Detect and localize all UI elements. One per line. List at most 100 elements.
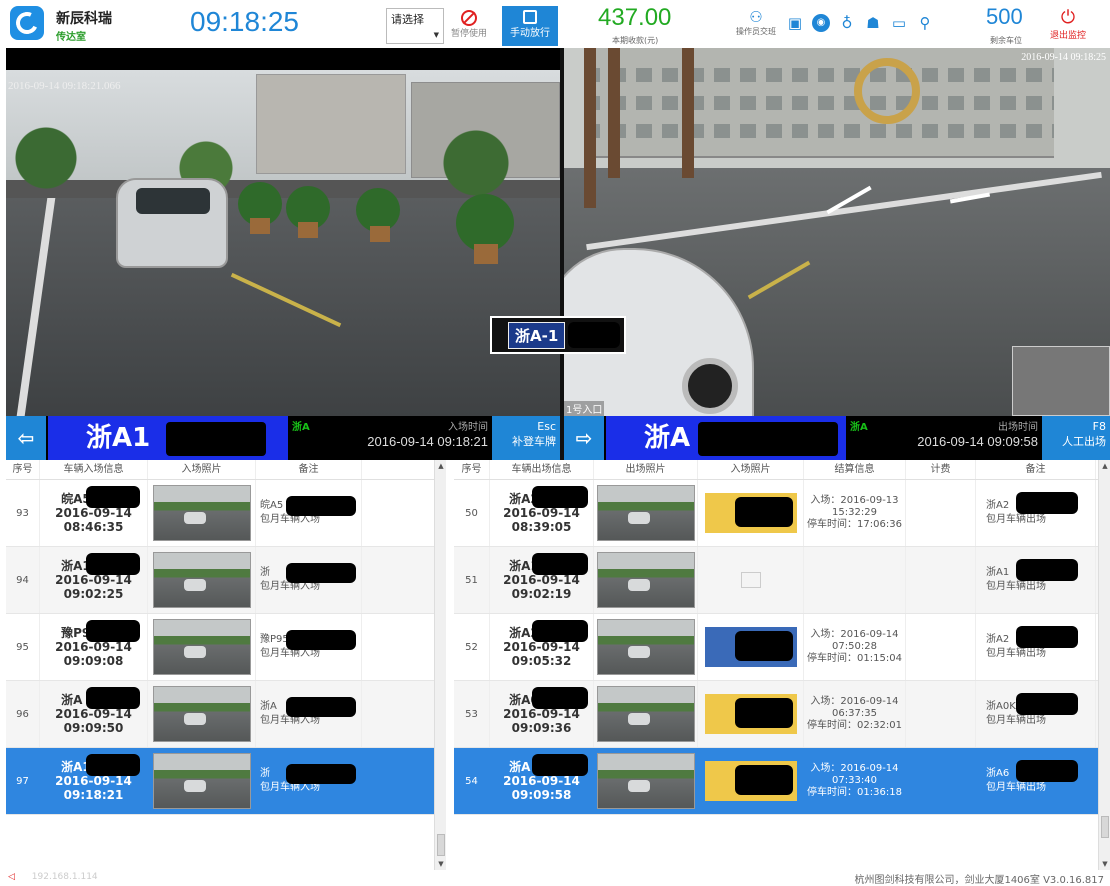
scroll-down-icon[interactable]: ▼ bbox=[435, 858, 446, 870]
vehicle-info: 浙A2 2016-09-14 09:05:32 bbox=[490, 614, 594, 680]
exit-date: 2016-09-14 bbox=[503, 707, 580, 721]
status-footer: ◁ 192.168.1.114 杭州图剑科技有限公司，剑业大厦1406室 V3.… bbox=[0, 870, 1110, 886]
entry-time: 09:09:50 bbox=[63, 721, 124, 735]
no-image-icon bbox=[740, 572, 761, 588]
table-row[interactable]: 97 浙A13 2016-09-14 09:18:21 浙包月车辆入场 bbox=[6, 748, 446, 815]
pause-label: 暂停使用 bbox=[450, 29, 487, 39]
table-row[interactable]: 95 豫P95 2016-09-14 09:09:08 豫P95 包月车辆入场 bbox=[6, 614, 446, 681]
row-number: 97 bbox=[6, 748, 40, 814]
fee-cell bbox=[906, 748, 976, 814]
exit-record-table: 序号 车辆出场信息 出场照片 入场照片 结算信息 计费 备注 50 浙A2 2016… bbox=[454, 460, 1110, 870]
vehicle-photo[interactable] bbox=[596, 753, 695, 809]
person-icon[interactable]: ☗ bbox=[864, 14, 882, 32]
shift-handover-button[interactable]: ⚇ 操作员交班 bbox=[728, 8, 784, 46]
remark: 豫P95 包月车辆入场 bbox=[256, 614, 362, 680]
table-row[interactable]: 54 浙A 2016-09-14 09:09:58 入场：2016-09-14 07:33… bbox=[454, 748, 1110, 815]
vehicle-info: 浙A0 2016-09-14 09:09:36 bbox=[490, 681, 594, 747]
vehicle-photo[interactable] bbox=[152, 619, 251, 675]
entry-photo bbox=[698, 748, 804, 814]
document-icon[interactable]: ▣ bbox=[786, 14, 804, 32]
scroll-down-icon[interactable]: ▼ bbox=[1099, 858, 1110, 870]
vehicle-photo[interactable] bbox=[152, 485, 251, 541]
entry-time: 09:02:25 bbox=[63, 587, 124, 601]
vehicle-photo[interactable] bbox=[152, 753, 251, 809]
vehicle-info: 浙A1 2016-09-14 09:02:19 bbox=[490, 547, 594, 613]
vehicle-photo[interactable] bbox=[596, 485, 695, 541]
scrollbar[interactable]: ▲ ▼ bbox=[1098, 460, 1110, 870]
entry-record-table: 序号 车辆入场信息 入场照片 备注 93 皖A51 2016-09-14 08:46:… bbox=[6, 460, 446, 870]
clock: 09:18:25 bbox=[190, 6, 299, 37]
table-row[interactable]: 93 皖A51 2016-09-14 08:46:35 皖A5 包月车辆入场 bbox=[6, 480, 446, 547]
lane-select[interactable]: 请选择 ▼ bbox=[386, 8, 444, 44]
table-row[interactable]: 94 浙A1 2016-09-14 09:02:25 浙包月车辆入场 bbox=[6, 547, 446, 614]
scrollbar[interactable]: ▲ ▼ bbox=[434, 460, 446, 870]
vehicle-info: 浙A13 2016-09-14 09:18:21 bbox=[40, 748, 148, 814]
exit-date: 2016-09-14 bbox=[503, 506, 580, 520]
row-number: 54 bbox=[454, 748, 490, 814]
fee-cell bbox=[906, 681, 976, 747]
lane-select-value: 请选择 bbox=[391, 13, 424, 26]
exit-time: 08:39:05 bbox=[511, 520, 572, 534]
camera-icon[interactable]: ◉ bbox=[812, 14, 830, 32]
entry-date: 2016-09-14 bbox=[55, 506, 132, 520]
remark: 浙包月车辆入场 bbox=[256, 547, 362, 613]
remark: 浙A2 包月车辆出场 bbox=[976, 480, 1096, 546]
wrench-icon[interactable]: ⚲ bbox=[916, 14, 934, 32]
income-label: 本期收款(元) bbox=[612, 36, 659, 45]
remaining-spots-value: 500 bbox=[986, 4, 1023, 29]
entry-camera-view: 2016-09-14 09:18:21.066 bbox=[6, 48, 560, 416]
table-row[interactable]: 96 浙A 2016-09-14 09:09:50 浙A 包月车辆入场 bbox=[6, 681, 446, 748]
entry-time: 09:09:08 bbox=[63, 654, 124, 668]
remark: 浙A1 包月车辆出场 bbox=[976, 547, 1096, 613]
row-number: 51 bbox=[454, 547, 490, 613]
plate-photo[interactable] bbox=[704, 694, 797, 734]
vehicle-photo[interactable] bbox=[596, 619, 695, 675]
shortcut-key: Esc bbox=[537, 420, 556, 433]
table-row[interactable]: 53 浙A0 2016-09-14 09:09:36 入场：2016-09-14 06:3… bbox=[454, 681, 1110, 748]
exit-time: 09:09:58 bbox=[511, 788, 572, 802]
entry-time-label: 入场时间 bbox=[448, 422, 488, 433]
entry-date: 2016-09-14 bbox=[55, 707, 132, 721]
table-row[interactable]: 52 浙A2 2016-09-14 09:05:32 入场：2016-09-14 07:5… bbox=[454, 614, 1110, 681]
entry-plate: 浙A1 bbox=[48, 416, 288, 460]
pause-button[interactable]: 暂停使用 bbox=[444, 6, 494, 46]
exit-date: 2016-09-14 bbox=[503, 774, 580, 788]
scroll-up-icon[interactable]: ▲ bbox=[435, 460, 446, 472]
money-bag-icon[interactable]: ♁ bbox=[838, 14, 856, 32]
row-number: 96 bbox=[6, 681, 40, 747]
exit-label: 退出监控 bbox=[1049, 31, 1086, 41]
scroll-up-icon[interactable]: ▲ bbox=[1099, 460, 1110, 472]
monitor-icon[interactable]: ▭ bbox=[890, 14, 908, 32]
exit-monitor-button[interactable]: ⏻ 退出监控 bbox=[1040, 8, 1096, 46]
table-row[interactable]: 50 浙A2 2016-09-14 08:39:05 入场：2016-09-13 15:3… bbox=[454, 480, 1110, 547]
chevron-down-icon: ▼ bbox=[433, 31, 439, 39]
exit-time: 09:05:32 bbox=[511, 654, 572, 668]
vehicle-photo[interactable] bbox=[152, 552, 251, 608]
power-icon: ⏻ bbox=[1060, 7, 1076, 28]
camera-timestamp: 2016-09-14 09:18:21.066 bbox=[8, 80, 121, 92]
vehicle-info: 浙A 2016-09-14 09:09:58 bbox=[490, 748, 594, 814]
plate-photo[interactable] bbox=[704, 493, 797, 533]
plate-crop-image: 浙A-1 bbox=[490, 316, 626, 354]
shortcut-key: F8 bbox=[1092, 420, 1106, 433]
entry-photo bbox=[698, 681, 804, 747]
remark: 浙A 包月车辆入场 bbox=[256, 681, 362, 747]
manual-exit-button[interactable]: F8 人工出场 bbox=[1042, 416, 1110, 460]
exit-time: 09:09:36 bbox=[511, 721, 572, 735]
vehicle-photo[interactable] bbox=[152, 686, 251, 742]
speaker-icon[interactable]: ◁ bbox=[8, 872, 15, 882]
entry-time: 09:18:21 bbox=[63, 788, 124, 802]
vehicle-photo[interactable] bbox=[596, 552, 695, 608]
register-plate-button[interactable]: Esc 补登车牌 bbox=[492, 416, 560, 460]
vehicle-info: 浙A 2016-09-14 09:09:50 bbox=[40, 681, 148, 747]
vehicle-photo[interactable] bbox=[596, 686, 695, 742]
remark: 皖A5 包月车辆入场 bbox=[256, 480, 362, 546]
table-row[interactable]: 51 浙A1 2016-09-14 09:02:19 浙A1 包月车辆出场 bbox=[454, 547, 1110, 614]
plate-photo[interactable] bbox=[704, 761, 797, 801]
manual-release-button[interactable]: 手动放行 bbox=[502, 6, 558, 46]
plate-photo[interactable] bbox=[704, 627, 797, 667]
register-plate-label: 补登车牌 bbox=[512, 435, 556, 448]
entry-photo bbox=[698, 614, 804, 680]
entry-time: 08:46:35 bbox=[63, 520, 124, 534]
row-number: 95 bbox=[6, 614, 40, 680]
